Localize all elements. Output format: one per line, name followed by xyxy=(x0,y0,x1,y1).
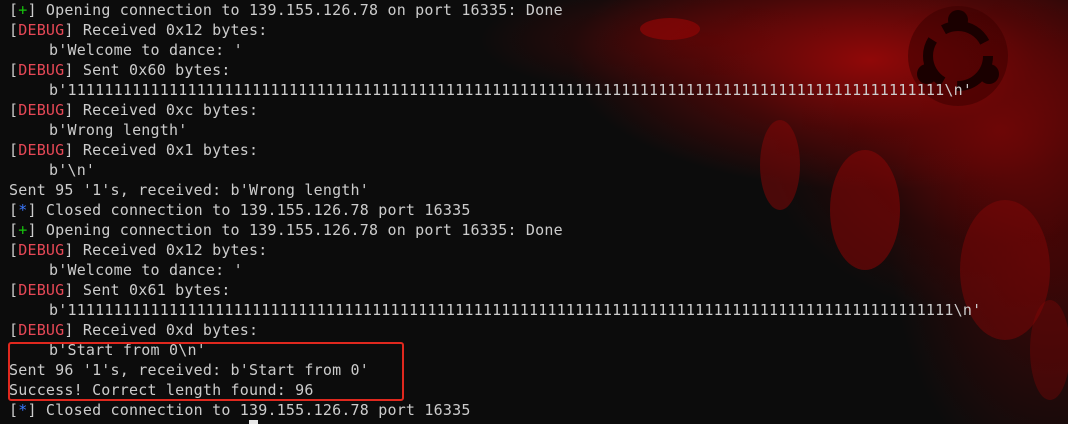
line-text: b'11111111111111111111111111111111111111… xyxy=(49,81,973,99)
debug-label: DEBUG xyxy=(18,101,65,119)
line-text: Received 0x1 bytes: xyxy=(73,141,259,159)
terminal-line: b'\n' xyxy=(9,160,981,180)
line-text: b'Welcome to dance: ' xyxy=(49,41,243,59)
terminal-line: b'Welcome to dance: ' xyxy=(9,260,981,280)
bracket: [ xyxy=(9,321,19,339)
terminal-line: [DEBUG] Sent 0x61 bytes: xyxy=(9,280,981,300)
terminal-line: [*] Closed connection to 139.155.126.78 … xyxy=(9,400,981,420)
bracket: [ xyxy=(9,21,19,39)
debug-label: DEBUG xyxy=(18,281,65,299)
terminal-line: [DEBUG] Received 0x1 bytes: xyxy=(9,140,981,160)
bracket: [ xyxy=(9,241,19,259)
line-text: Sent 0x61 bytes: xyxy=(73,281,231,299)
line-text: b'\n' xyxy=(49,161,96,179)
terminal-line: b'Welcome to dance: ' xyxy=(9,40,981,60)
terminal-line: [DEBUG] Received 0x12 bytes: xyxy=(9,20,981,40)
terminal-line: [DEBUG] Received 0xd bytes: xyxy=(9,320,981,340)
terminal-line: [DEBUG] Sent 0x60 bytes: xyxy=(9,60,981,80)
bracket: ] xyxy=(64,141,74,159)
terminal-line: b'11111111111111111111111111111111111111… xyxy=(9,300,981,320)
bracket: [ xyxy=(9,201,19,219)
bracket: ] xyxy=(64,21,74,39)
terminal-line: b'Wrong length' xyxy=(9,120,981,140)
terminal-line: [DEBUG] Received 0x12 bytes: xyxy=(9,240,981,260)
line-text: Sent 95 '1's, received: b'Wrong length' xyxy=(9,181,369,199)
debug-label: DEBUG xyxy=(18,61,65,79)
bracket: ] xyxy=(64,321,74,339)
line-text: Sent 0x60 bytes: xyxy=(73,61,231,79)
line-text: Received 0xc bytes: xyxy=(73,101,259,119)
bracket: ] xyxy=(64,241,74,259)
terminal-line: [*] Closed connection to 139.155.126.78 … xyxy=(9,200,981,220)
debug-label: DEBUG xyxy=(18,21,65,39)
line-text: Opening connection to 139.155.126.78 on … xyxy=(36,1,563,19)
line-text: b'Welcome to dance: ' xyxy=(49,261,243,279)
line-text: Received 0x12 bytes: xyxy=(73,241,268,259)
bracket: ] xyxy=(27,401,37,419)
bracket: [ xyxy=(9,101,19,119)
bracket: [ xyxy=(9,61,19,79)
line-text: Closed connection to 139.155.126.78 port… xyxy=(36,401,471,419)
bracket: ] xyxy=(27,221,37,239)
wallpaper-splatter xyxy=(1030,300,1068,400)
debug-label: DEBUG xyxy=(18,241,65,259)
bracket: [ xyxy=(9,221,19,239)
line-text: b'Wrong length' xyxy=(49,121,188,139)
terminal-line: [+] Opening connection to 139.155.126.78… xyxy=(9,0,981,20)
bracket: ] xyxy=(64,101,74,119)
bracket: [ xyxy=(9,141,19,159)
line-text: Received 0x12 bytes: xyxy=(73,21,268,39)
bracket: [ xyxy=(9,281,19,299)
terminal-window[interactable]: [+] Opening connection to 139.155.126.78… xyxy=(0,0,1068,424)
debug-label: DEBUG xyxy=(18,141,65,159)
bracket: [ xyxy=(9,401,19,419)
bracket: ] xyxy=(27,1,37,19)
debug-label: DEBUG xyxy=(18,321,65,339)
terminal-line: [DEBUG] Received 0xc bytes: xyxy=(9,100,981,120)
bracket: ] xyxy=(64,61,74,79)
bracket: [ xyxy=(9,1,19,19)
bracket: ] xyxy=(64,281,74,299)
terminal-line: Sent 95 '1's, received: b'Wrong length' xyxy=(9,180,981,200)
terminal-line: [+] Opening connection to 139.155.126.78… xyxy=(9,220,981,240)
result-highlight-box xyxy=(8,342,404,401)
text-cursor xyxy=(249,420,258,424)
line-text: b'11111111111111111111111111111111111111… xyxy=(49,301,982,319)
line-text: Closed connection to 139.155.126.78 port… xyxy=(36,201,471,219)
line-text: Opening connection to 139.155.126.78 on … xyxy=(36,221,563,239)
line-text: Received 0xd bytes: xyxy=(73,321,259,339)
bracket: ] xyxy=(27,201,37,219)
terminal-line: b'11111111111111111111111111111111111111… xyxy=(9,80,981,100)
